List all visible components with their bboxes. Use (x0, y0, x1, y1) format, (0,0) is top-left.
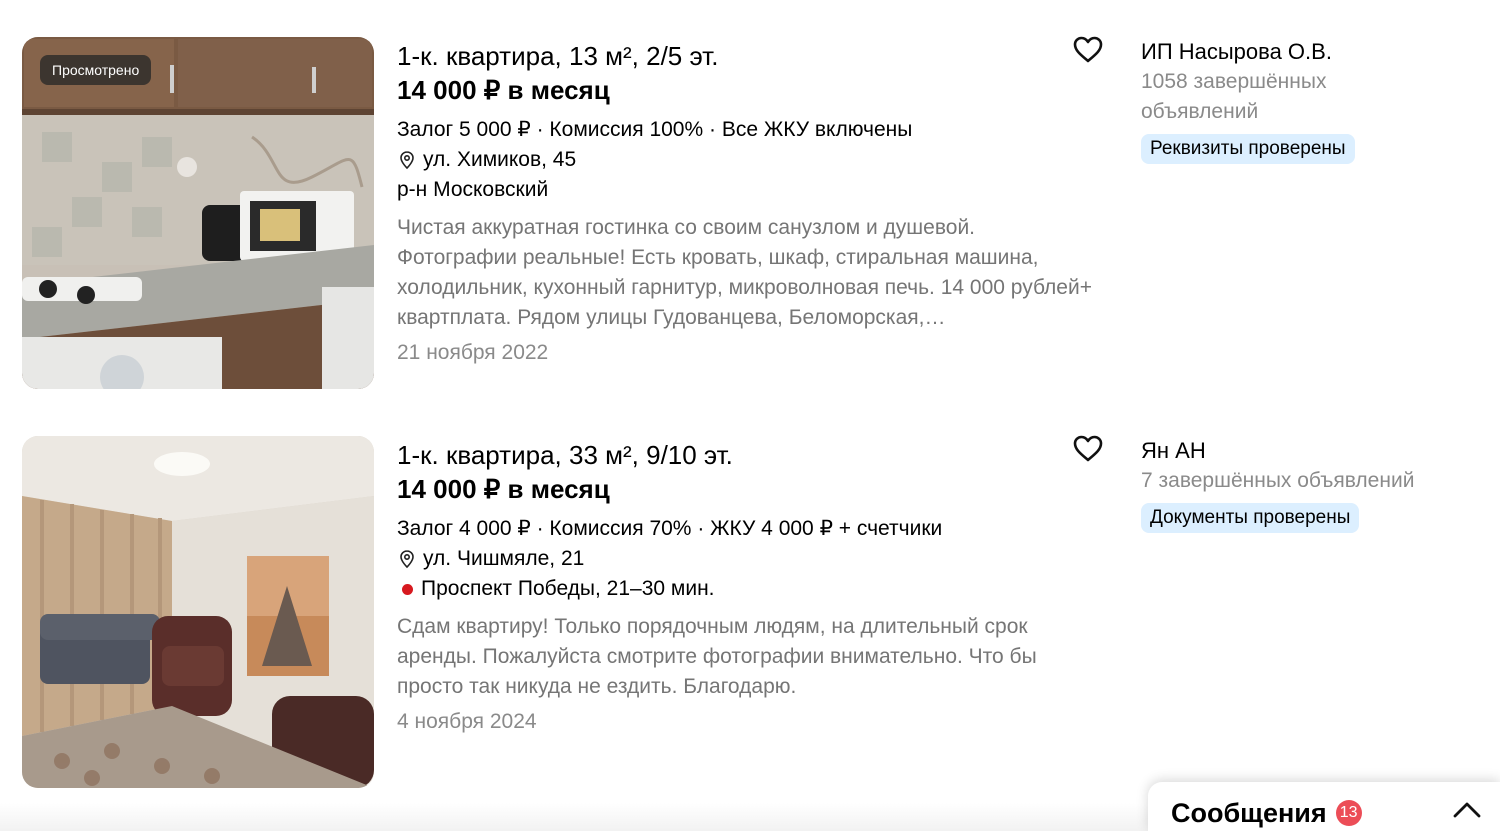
seller-name[interactable]: Ян АН (1141, 436, 1461, 466)
page-bottom-fade (0, 803, 1148, 831)
listing-card[interactable]: 1-к. квартира, 33 м², 9/10 эт. 14 000 ₽ … (22, 435, 1478, 788)
listing-district: р-н Московский (397, 178, 549, 201)
room-photo (22, 436, 374, 788)
listing-photo[interactable] (22, 436, 374, 788)
address-text: ул. Химиков, 45 (423, 148, 577, 171)
seller-info: ИП Насырова О.В. 1058 завершённых объявл… (1141, 37, 1461, 164)
location-pin-icon (397, 150, 417, 170)
listing-title[interactable]: 1-к. квартира, 33 м², 9/10 эт. (397, 438, 1097, 472)
address-text: ул. Чишмяле, 21 (423, 547, 585, 570)
listing-title[interactable]: 1-к. квартира, 13 м², 2/5 эт. (397, 39, 1097, 73)
listing-photo[interactable]: Просмотрено (22, 37, 374, 389)
listing-card[interactable]: Просмотрено 1-к. квартира, 13 м², 2/5 эт… (22, 36, 1478, 389)
seller-verified-badge: Документы проверены (1141, 503, 1360, 533)
listing-date: 21 ноября 2022 (397, 341, 549, 364)
listing-price: 14 000 ₽ в месяц (397, 474, 610, 504)
seller-listings-count: 7 завершённых объявлений (1141, 469, 1415, 492)
favorite-heart-icon[interactable] (1071, 33, 1105, 67)
listing-date: 4 ноября 2024 (397, 710, 537, 733)
kitchen-photo (22, 37, 374, 389)
listing-description: Чистая аккуратная гостинка со своим сану… (397, 216, 1092, 329)
location-pin-icon (397, 549, 417, 569)
messages-count-badge: 13 (1335, 799, 1362, 826)
listing-info: 1-к. квартира, 33 м², 9/10 эт. 14 000 ₽ … (397, 436, 1097, 737)
listing-address: ул. Химиков, 45 (397, 145, 1097, 175)
chevron-up-icon[interactable] (1452, 800, 1482, 820)
messages-panel-toggle[interactable]: Сообщения 13 (1148, 782, 1500, 831)
listing-address: ул. Чишмяле, 21 (397, 544, 1097, 574)
metro-line-dot-icon (402, 583, 413, 595)
listing-info: 1-к. квартира, 13 м², 2/5 эт. 14 000 ₽ в… (397, 37, 1097, 368)
messages-label: Сообщения (1171, 798, 1327, 828)
listing-terms: Залог 5 000 ₽ · Комиссия 100% · Все ЖКУ … (397, 118, 913, 141)
metro-text: Проспект Победы, 21–30 мин. (421, 577, 715, 600)
favorite-heart-icon[interactable] (1071, 432, 1105, 466)
seller-verified-badge: Реквизиты проверены (1141, 134, 1355, 164)
viewed-badge: Просмотрено (40, 55, 152, 85)
listing-terms: Залог 4 000 ₽ · Комиссия 70% · ЖКУ 4 000… (397, 517, 943, 540)
seller-listings-count: 1058 завершённых объявлений (1141, 70, 1327, 123)
listing-metro: Проспект Победы, 21–30 мин. (397, 574, 1097, 604)
listing-description: Сдам квартиру! Только порядочным людям, … (397, 615, 1037, 698)
listing-price: 14 000 ₽ в месяц (397, 75, 610, 105)
seller-info: Ян АН 7 завершённых объявлений Документы… (1141, 436, 1461, 533)
seller-name[interactable]: ИП Насырова О.В. (1141, 37, 1461, 67)
